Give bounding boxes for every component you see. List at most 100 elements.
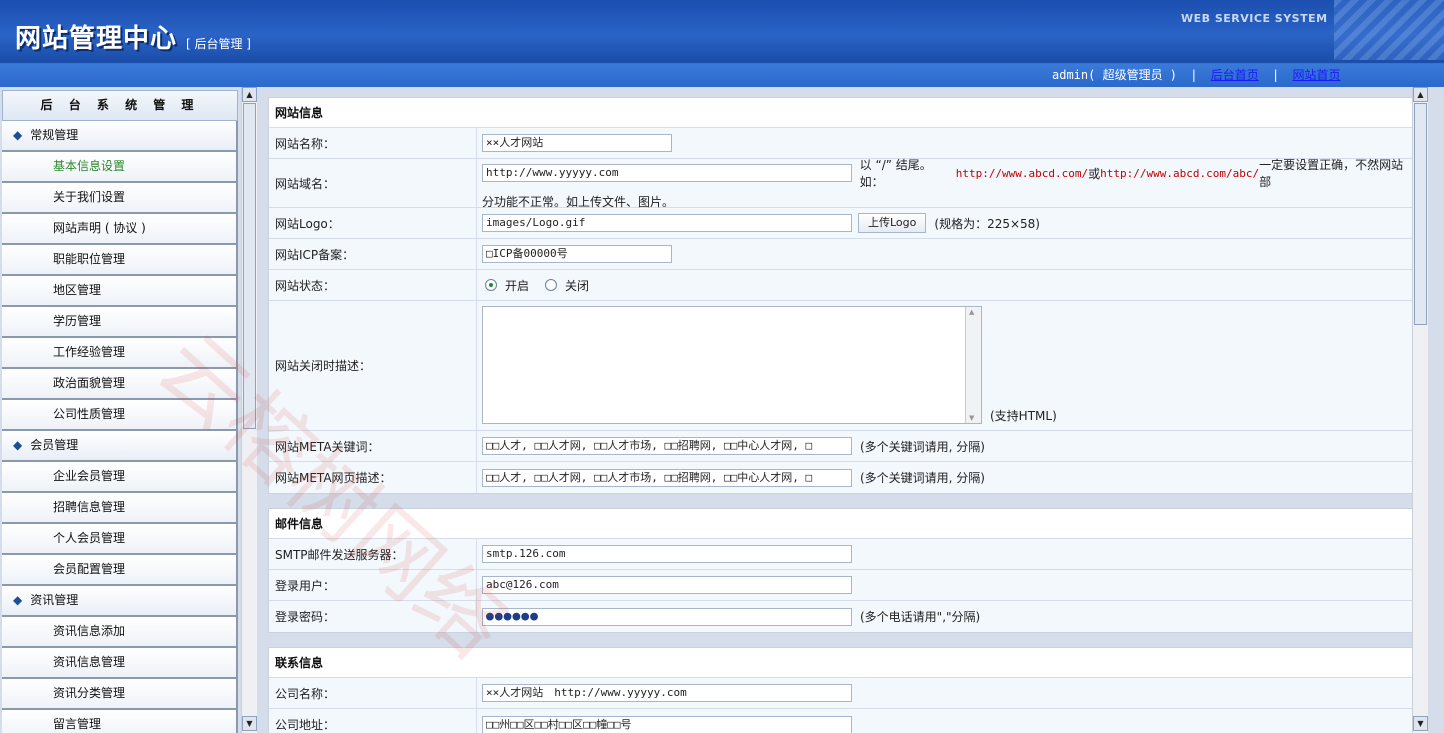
site-icp-input[interactable]: □ICP备00000号 xyxy=(482,245,672,263)
field-label: 网站关闭时描述： xyxy=(269,301,477,430)
scroll-down-icon[interactable]: ▼ xyxy=(242,716,257,731)
site-home-link[interactable]: 网站首页 xyxy=(1292,68,1340,82)
sidebar-group-label: 常规管理 xyxy=(30,128,79,142)
meta-keywords-row: 网站META关键词： □□人才, □□人才网, □□人才市场, □□招聘网, □… xyxy=(269,431,1415,462)
sidebar-group-label: 会员管理 xyxy=(30,438,79,452)
separator: | xyxy=(1271,68,1280,82)
main-scrollbar[interactable]: ▲ ▼ xyxy=(1412,87,1428,733)
section-title: 联系信息 xyxy=(269,648,1415,678)
field-label: 网站状态： xyxy=(269,270,477,300)
mail-password-hint: (多个电话请用","分隔) xyxy=(860,610,981,624)
sidebar-group[interactable]: ◆ 资讯管理 xyxy=(2,586,238,617)
field-label: 网站META网页描述： xyxy=(269,462,477,493)
scroll-thumb[interactable] xyxy=(243,103,256,429)
status-close-label: 关闭 xyxy=(565,278,590,293)
sidebar-item[interactable]: 企业会员管理 xyxy=(2,462,238,493)
mail-user-input[interactable]: abc@126.com xyxy=(482,576,852,594)
field-label: SMTP邮件发送服务器： xyxy=(269,539,477,569)
upload-logo-button[interactable]: 上传Logo xyxy=(858,213,927,233)
site-name-row: 网站名称： ××人才网站 xyxy=(269,128,1415,159)
meta-desc-row: 网站META网页描述： □□人才, □□人才网, □□人才市场, □□招聘网, … xyxy=(269,462,1415,493)
section-title: 网站信息 xyxy=(269,98,1415,128)
domain-example-1: http://www.abcd.com/ xyxy=(955,166,1089,180)
company-name-input[interactable]: ××人才网站 http://www.yyyyy.com xyxy=(482,684,852,702)
scroll-down-icon[interactable]: ▼ xyxy=(1413,716,1428,731)
textarea-scrollbar[interactable] xyxy=(965,307,981,423)
sidebar-item[interactable]: 政治面貌管理 xyxy=(2,369,238,400)
status-open-label: 开启 xyxy=(505,278,530,293)
meta-desc-hint: (多个关键词请用, 分隔) xyxy=(860,471,985,485)
field-label: 公司地址： xyxy=(269,709,477,733)
sidebar-item[interactable]: 招聘信息管理 xyxy=(2,493,238,524)
sidebar-title: 后 台 系 统 管 理 xyxy=(2,90,238,121)
company-name-row: 公司名称： ××人才网站 http://www.yyyyy.com xyxy=(269,678,1415,709)
app-subtitle: [ 后台管理 ] xyxy=(186,37,251,51)
header-decoration xyxy=(1334,0,1444,60)
status-open-radio[interactable] xyxy=(485,279,497,291)
domain-hint-b: 一定要设置正确，不然网站部 xyxy=(1259,158,1404,189)
site-domain-row: 网站域名： http://www.yyyyy.com 以 “/” 结尾。如： h… xyxy=(269,158,1415,209)
sidebar-item[interactable]: 网站声明 ( 协议 ) xyxy=(2,214,238,245)
diamond-icon: ◆ xyxy=(13,128,23,142)
sidebar-group[interactable]: ◆ 会员管理 xyxy=(2,431,238,462)
domain-example-2: http://www.abcd.com/abc/ xyxy=(1100,166,1260,180)
mail-info-section: 邮件信息 SMTP邮件发送服务器： smtp.126.com 登录用户： abc… xyxy=(268,508,1416,633)
diamond-icon: ◆ xyxy=(13,593,23,607)
sidebar-item[interactable]: 学历管理 xyxy=(2,307,238,338)
sidebar-item[interactable]: 资讯信息管理 xyxy=(2,648,238,679)
mail-user-row: 登录用户： abc@126.com xyxy=(269,570,1415,601)
system-label: WEB SERVICE SYSTEM xyxy=(1181,12,1328,25)
site-domain-input[interactable]: http://www.yyyyy.com xyxy=(482,164,852,182)
scroll-up-icon[interactable]: ▲ xyxy=(242,87,257,102)
status-close-radio[interactable] xyxy=(545,279,558,291)
sidebar-item[interactable]: 个人会员管理 xyxy=(2,524,238,555)
contact-info-section: 联系信息 公司名称： ××人才网站 http://www.yyyyy.com 公… xyxy=(268,647,1416,733)
admin-home-link[interactable]: 后台首页 xyxy=(1211,68,1259,82)
meta-keywords-hint: (多个关键词请用, 分隔) xyxy=(860,439,985,454)
field-label: 网站名称： xyxy=(269,128,477,158)
site-logo-input[interactable]: images/Logo.gif xyxy=(482,214,852,232)
smtp-row: SMTP邮件发送服务器： smtp.126.com xyxy=(269,539,1415,570)
site-info-section: 网站信息 网站名称： ××人才网站 网站域名： http://www.yyyyy… xyxy=(268,97,1416,494)
sidebar-item[interactable]: 会员配置管理 xyxy=(2,555,238,586)
app-title: 网站管理中心 xyxy=(15,24,178,54)
company-address-row: 公司地址： □□州□□区□□村□□区□□幢□□号 xyxy=(269,709,1415,733)
sidebar-item[interactable]: 关于我们设置 xyxy=(2,183,238,214)
field-label: 网站META关键词： xyxy=(269,431,477,461)
user-bar: admin( 超级管理员 ) | 后台首页 | 网站首页 xyxy=(1052,66,1340,83)
sidebar-menu: 后 台 系 统 管 理 ◆ 常规管理基本信息设置 关于我们设置 网站声明 ( 协议 )… xyxy=(0,87,240,733)
sidebar-item[interactable]: 资讯信息添加 xyxy=(2,617,238,648)
meta-desc-input[interactable]: □□人才, □□人才网, □□人才市场, □□招聘网, □□中心人才网, □ xyxy=(482,468,852,487)
domain-hint-or: 或 xyxy=(1088,166,1101,181)
field-label: 网站Logo： xyxy=(269,208,477,238)
section-title: 邮件信息 xyxy=(269,509,1415,539)
sidebar-group[interactable]: ◆ 常规管理 xyxy=(2,121,238,152)
site-name-input[interactable]: ××人才网站 xyxy=(482,134,672,152)
sidebar-item[interactable]: 职能职位管理 xyxy=(2,245,238,276)
company-address-input[interactable]: □□州□□区□□村□□区□□幢□□号 xyxy=(482,715,852,733)
sidebar-item[interactable]: 公司性质管理 xyxy=(2,400,238,431)
sidebar-scrollbar[interactable]: ▲ ▼ xyxy=(241,87,257,733)
sidebar-item[interactable]: 工作经验管理 xyxy=(2,338,238,369)
site-logo-row: 网站Logo： images/Logo.gif 上传Logo (规格为：225×… xyxy=(269,208,1415,239)
site-icp-row: 网站ICP备案： □ICP备00000号 xyxy=(269,239,1415,270)
field-label: 登录密码： xyxy=(269,601,477,632)
sidebar-item[interactable]: 基本信息设置 xyxy=(2,152,238,183)
meta-keywords-input[interactable]: □□人才, □□人才网, □□人才市场, □□招聘网, □□中心人才网, □ xyxy=(482,437,852,455)
field-label: 公司名称： xyxy=(269,678,477,708)
sidebar-item[interactable]: 地区管理 xyxy=(2,276,238,307)
main-content: 网站信息 网站名称： ××人才网站 网站域名： http://www.yyyyy… xyxy=(258,87,1428,733)
header-bar: 网站管理中心 [ 后台管理 ] WEB SERVICE SYSTEM admin… xyxy=(0,0,1444,87)
mail-password-input[interactable]: ●●●●●● xyxy=(482,607,852,626)
mail-password-row: 登录密码： ●●●●●● (多个电话请用","分隔) xyxy=(269,601,1415,632)
sidebar: 后 台 系 统 管 理 ◆ 常规管理基本信息设置 关于我们设置 网站声明 ( 协议 )… xyxy=(0,87,258,733)
field-label: 网站ICP备案： xyxy=(269,239,477,269)
scroll-thumb[interactable] xyxy=(1414,103,1427,325)
closed-desc-hint: (支持HTML) xyxy=(990,409,1057,423)
closed-desc-textarea[interactable] xyxy=(482,306,982,424)
sidebar-item[interactable]: 留言管理 xyxy=(2,710,238,733)
sidebar-item[interactable]: 资讯分类管理 xyxy=(2,679,238,710)
scroll-up-icon[interactable]: ▲ xyxy=(1413,87,1428,102)
diamond-icon: ◆ xyxy=(13,438,23,452)
smtp-input[interactable]: smtp.126.com xyxy=(482,545,852,563)
